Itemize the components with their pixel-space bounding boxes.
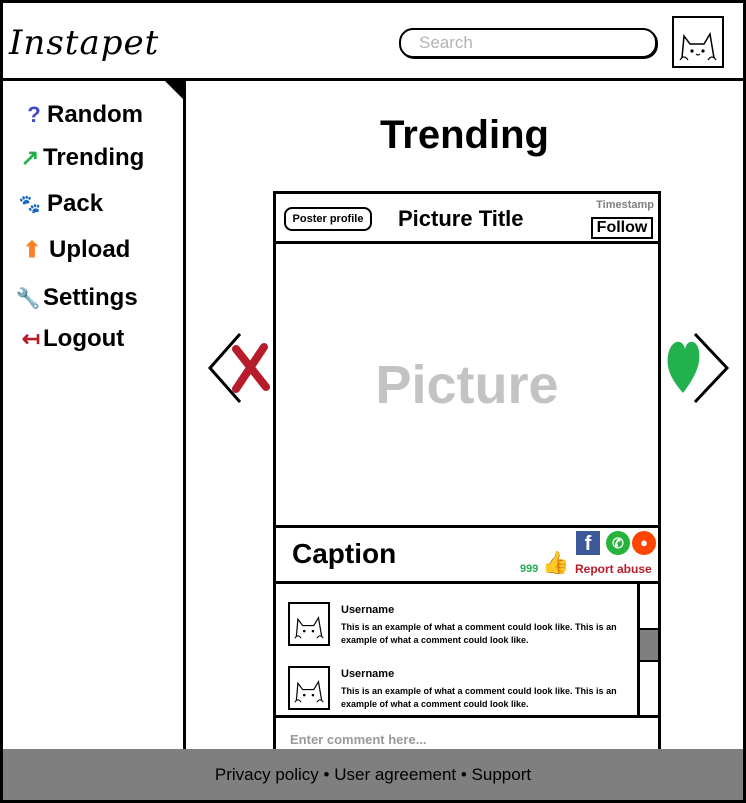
reddit-icon[interactable]: ● [632,531,656,555]
post-picture[interactable]: Picture [276,244,658,528]
facebook-icon[interactable]: f [576,531,600,555]
post-header: Poster profile Picture Title Timestamp F… [276,194,658,244]
x-icon [232,343,270,393]
privacy-policy-link[interactable]: Privacy policy [215,765,319,784]
post-card: Poster profile Picture Title Timestamp F… [273,191,661,761]
sidebar-item-label: Upload [49,236,131,263]
sidebar-item-label: Logout [43,325,125,352]
post-caption: Caption [292,538,397,569]
commenter-avatar[interactable] [288,666,330,710]
sidebar-item-pack[interactable]: 🐾 Pack [17,190,103,218]
cat-avatar-icon [294,679,324,703]
commenter-avatar[interactable] [288,602,330,646]
like-count: 999 [520,563,539,575]
post-timestamp: Timestamp [596,199,654,211]
dislike-button[interactable] [206,331,272,405]
header: Instapet [3,3,743,81]
search-input[interactable] [399,28,657,58]
poster-profile-button[interactable]: Poster profile [284,207,372,231]
page-title: Trending [380,113,549,157]
comment-list: Username This is an example of what a co… [276,584,640,718]
sidebar-item-label: Trending [43,144,145,171]
caption-row: Caption 999 👍 f ✆ ● Report abuse [276,528,658,584]
comment-text: This is an example of what a comment cou… [341,622,617,645]
wrench-icon: 🔧 [15,287,41,310]
heart-icon [667,341,700,393]
sidebar-corner [165,81,183,99]
sidebar-item-random[interactable]: ? Random [21,101,143,129]
sidebar-item-label: Pack [47,190,104,217]
comment-text: This is an example of what a comment cou… [341,686,617,709]
app-window: Instapet ? Random ↗ Trending 🐾 Pack [0,0,746,803]
sidebar-item-trending[interactable]: ↗ Trending [17,144,145,172]
thumbs-up-icon[interactable]: 👍 [542,550,569,576]
comment-item: Username This is an example of what a co… [288,666,628,716]
whatsapp-icon[interactable]: ✆ [606,531,630,555]
trending-arrow-icon: ↗ [20,145,40,170]
user-avatar[interactable] [672,16,724,68]
sidebar-item-logout[interactable]: ↤ Logout [19,325,125,353]
picture-title: Picture Title [398,206,524,231]
footer: Privacy policy • User agreement • Suppor… [3,749,743,800]
comment-username[interactable]: Username [341,668,394,680]
cat-avatar-icon [679,31,717,61]
scrollbar-thumb[interactable] [640,628,658,662]
cat-avatar-icon [294,615,324,639]
question-icon: ? [27,102,41,127]
like-next-button[interactable] [663,331,733,405]
follow-button[interactable]: Follow [591,217,653,239]
picture-placeholder: Picture [375,355,559,415]
app-logo[interactable]: Instapet [9,23,159,63]
sidebar-item-label: Settings [43,284,138,311]
comment-username[interactable]: Username [341,604,394,616]
sidebar-item-label: Random [47,101,143,128]
footer-separator: • [460,765,467,784]
upload-arrow-icon: ⬆ [22,237,42,262]
paw-icon: 🐾 [18,193,42,214]
logout-arrow-icon: ↤ [21,326,41,351]
sidebar-item-settings[interactable]: 🔧 Settings [15,284,138,312]
comments-scrollbar[interactable] [640,584,658,718]
report-abuse-link[interactable]: Report abuse [575,562,652,576]
comment-item: Username This is an example of what a co… [288,602,628,652]
sidebar: ? Random ↗ Trending 🐾 Pack ⬆ Upload 🔧 Se… [3,81,186,749]
comments-section: Username This is an example of what a co… [276,584,658,718]
sidebar-item-upload[interactable]: ⬆ Upload [19,236,131,264]
footer-separator: • [323,765,330,784]
user-agreement-link[interactable]: User agreement [334,765,456,784]
support-link[interactable]: Support [472,765,532,784]
